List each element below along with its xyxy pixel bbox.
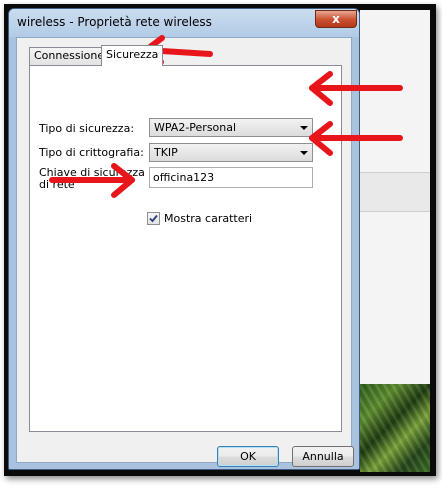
tab-sicurezza[interactable]: Sicurezza xyxy=(101,45,164,66)
annotation-arrows xyxy=(49,35,403,198)
arrow-icon xyxy=(309,71,403,106)
arrow-icon xyxy=(49,163,135,198)
arrow-icon xyxy=(309,121,403,156)
